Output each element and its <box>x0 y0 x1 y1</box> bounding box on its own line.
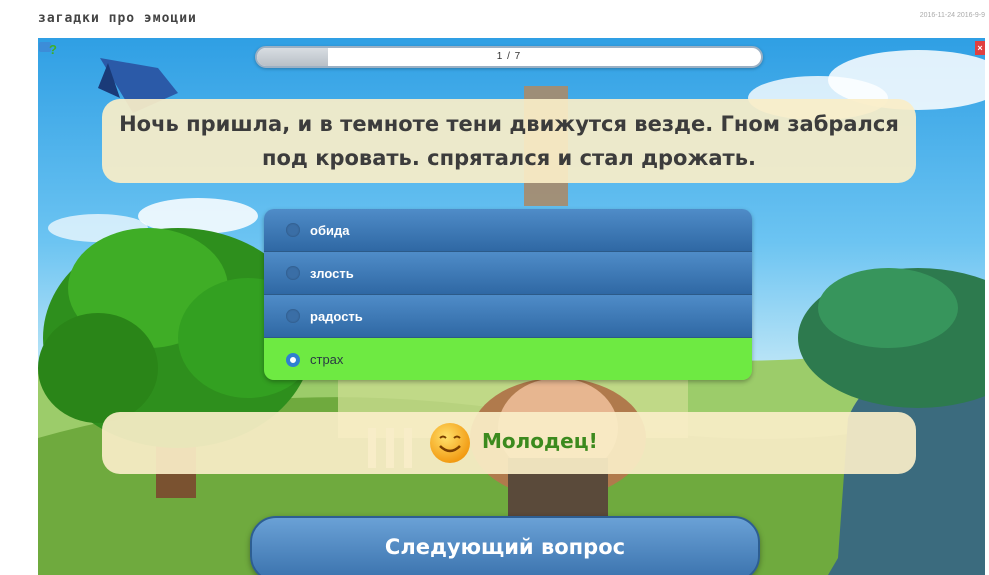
close-icon[interactable]: × <box>975 41 985 55</box>
question-text: Ночь пришла, и в темноте тени движутся в… <box>119 112 899 170</box>
answer-option-4[interactable]: страх <box>264 338 752 380</box>
answer-label: радость <box>310 308 363 324</box>
radio-button[interactable] <box>286 309 300 323</box>
help-icon[interactable]: ? <box>38 38 58 58</box>
answer-label: страх <box>310 352 344 367</box>
answer-option-1[interactable]: обида <box>264 209 752 252</box>
svg-text:?: ? <box>49 42 57 57</box>
timestamp: 2016-11-24 2016-9-9 <box>919 12 985 19</box>
answer-option-3[interactable]: радость <box>264 295 752 338</box>
feedback-box: Молодец! <box>102 412 916 474</box>
progress-bar: 1 / 7 <box>255 46 763 68</box>
answer-label: обида <box>310 222 350 238</box>
feedback-text: Молодец! <box>482 429 598 453</box>
radio-button[interactable] <box>286 223 300 237</box>
radio-button[interactable] <box>286 266 300 280</box>
smiley-icon <box>430 423 470 463</box>
next-question-button[interactable]: Следующий вопрос <box>250 516 760 575</box>
answer-option-2[interactable]: злость <box>264 252 752 295</box>
quiz-scene: ? × 1 / 7 Ночь пришла, и в темноте тени … <box>38 38 985 575</box>
top-bar: загадки про эмоции 2016-11-24 2016-9-9 <box>0 0 989 38</box>
app-title: загадки про эмоции <box>38 11 197 26</box>
question-box: Ночь пришла, и в темноте тени движутся в… <box>102 99 916 183</box>
progress-counter: 1 / 7 <box>496 51 522 62</box>
answer-label: злость <box>310 265 354 281</box>
radio-button-selected[interactable] <box>286 352 300 367</box>
answer-list: обида злость радость страх <box>264 209 752 380</box>
